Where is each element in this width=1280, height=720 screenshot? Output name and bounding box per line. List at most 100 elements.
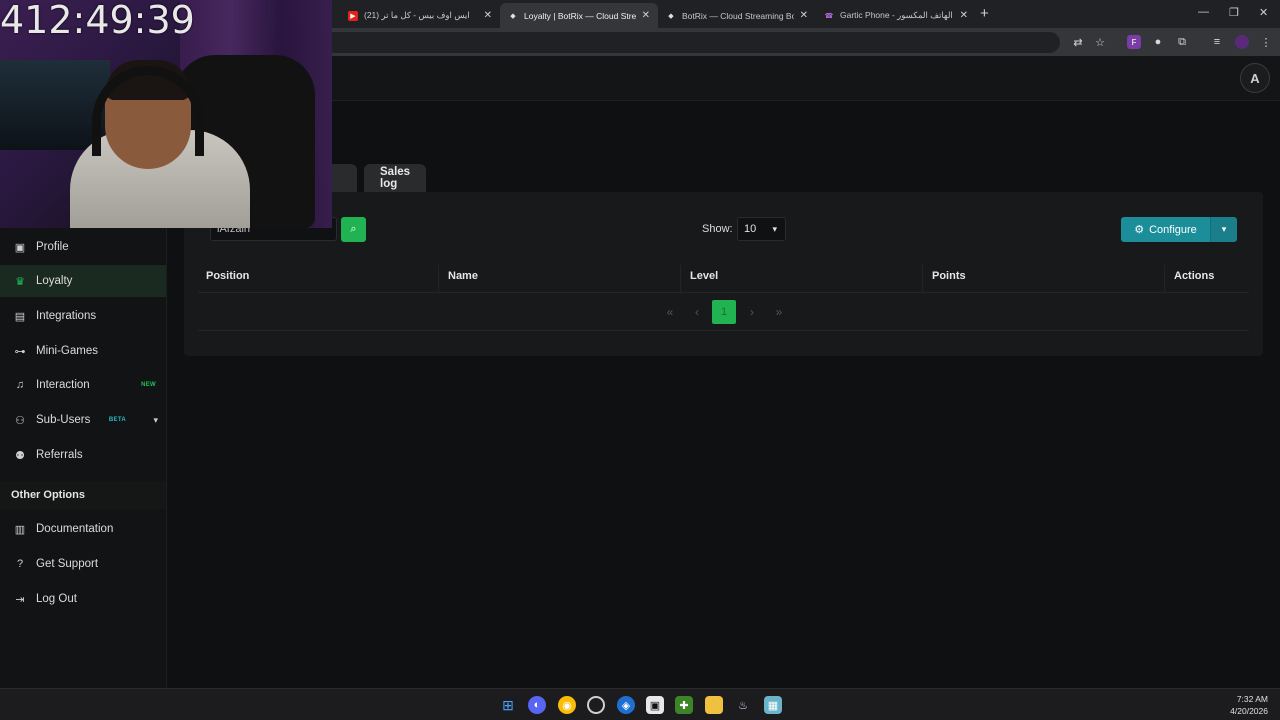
prev-page-button[interactable]: ‹ — [691, 300, 703, 324]
table-header: Position Name Level Points Actions — [198, 259, 1249, 293]
translate-icon[interactable]: ⇄ — [1071, 35, 1085, 49]
battlenet-icon[interactable]: ◈ — [617, 696, 635, 714]
discord-icon[interactable]: ◐ — [528, 696, 546, 714]
main-content: ) Sales log lAfzain ⌕ Show: 10 ▾ ⚙ Confi… — [167, 101, 1280, 688]
clock-date: 4/20/2026 — [1230, 706, 1268, 716]
sidebar-item-documentation[interactable]: ▥ Documentation — [0, 513, 166, 545]
tab-title: BotRix — Cloud Streaming Bot — [682, 10, 794, 21]
page-size-value: 10 — [744, 223, 757, 235]
xbox-minecraft-icon[interactable]: ✚ — [675, 696, 693, 714]
sidebar-item-loyalty[interactable]: ♛ Loyalty — [0, 265, 166, 297]
pagination: « ‹ 1 › » — [198, 293, 1249, 331]
book-icon: ▥ — [14, 523, 26, 536]
profile-icon: ▣ — [14, 241, 26, 254]
obs-icon[interactable] — [587, 696, 605, 714]
sidebar-item-mini-games[interactable]: ⊶ Mini-Games — [0, 335, 166, 367]
photos-icon[interactable]: ▦ — [764, 696, 782, 714]
close-tab-icon[interactable]: ✕ — [960, 10, 968, 21]
browser-tab-botrix[interactable]: ◆ BotRix — Cloud Streaming Bot ✕ — [658, 3, 816, 28]
search-icon: ⌕ — [350, 223, 357, 235]
next-page-button[interactable]: › — [746, 300, 758, 324]
close-tab-icon[interactable]: ✕ — [642, 10, 650, 21]
sidebar-item-interaction[interactable]: ♫ Interaction NEW — [0, 369, 166, 401]
windows-taskbar: ⊞ ◐ ◉ ◈ ▣ ✚ ♨ ▦ 7:32 AM 4/20/2026 — [0, 688, 1280, 720]
chrome-icon[interactable]: ◉ — [558, 696, 576, 714]
sidebar-item-label: Referrals — [36, 449, 83, 461]
close-tab-icon[interactable]: ✕ — [800, 10, 808, 21]
minimize-button[interactable]: — — [1198, 6, 1209, 18]
chevron-down-icon: ▾ — [1221, 224, 1227, 234]
botrix-icon: ◆ — [510, 12, 516, 20]
logout-icon: ⇥ — [15, 593, 25, 606]
gears-icon: ⚙ — [1134, 224, 1145, 236]
configure-button[interactable]: ⚙ Configure — [1121, 217, 1210, 242]
tab-title: (21) ايس اوف بيس - كل ما تر — [364, 10, 470, 20]
sidebar-item-referrals[interactable]: ⚉ Referrals — [0, 439, 166, 471]
youtube-icon: ▶ — [348, 10, 358, 21]
configure-label: Configure — [1149, 223, 1197, 236]
sidebar-item-label: Documentation — [36, 523, 114, 535]
sidebar-item-label: Loyalty — [36, 275, 73, 287]
column-points[interactable]: Points — [932, 259, 966, 293]
close-window-button[interactable]: ✕ — [1259, 6, 1268, 19]
sidebar-item-profile[interactable]: ▣ Profile — [0, 231, 166, 263]
extensions-puzzle-icon[interactable]: ⧉ — [1175, 35, 1189, 49]
tab-title: Loyalty | BotRix — Cloud Stream — [524, 10, 636, 21]
bookmark-star-icon[interactable]: ☆ — [1093, 35, 1107, 49]
page-1-button[interactable]: 1 — [712, 300, 736, 324]
extension-f-icon[interactable]: F — [1127, 35, 1141, 49]
column-actions: Actions — [1174, 270, 1215, 282]
extension-cookie-icon[interactable]: ● — [1151, 35, 1165, 49]
stream-timer: 412:49:39 — [0, 0, 195, 42]
show-label: Show: — [702, 223, 733, 235]
sidebar-item-label: Log Out — [36, 593, 77, 605]
new-tab-button[interactable]: + — [980, 5, 989, 22]
first-page-button[interactable]: « — [664, 300, 676, 324]
sidebar-item-integrations[interactable]: ▤ Integrations — [0, 300, 166, 332]
column-position[interactable]: Position — [206, 259, 249, 293]
new-badge: NEW — [141, 382, 156, 388]
search-button[interactable]: ⌕ — [341, 217, 366, 242]
gartic-icon: ☎ — [824, 12, 834, 20]
tab-title: Gartic Phone - الهاتف المكسور — [840, 10, 953, 20]
tab-sales-log[interactable]: Sales log — [364, 164, 427, 192]
music-note-icon: ♫ — [15, 379, 25, 391]
sidebar-item-get-support[interactable]: ? Get Support — [0, 548, 166, 580]
browser-tab-loyalty[interactable]: ◆ Loyalty | BotRix — Cloud Stream ✕ — [500, 3, 658, 28]
last-page-button[interactable]: » — [773, 300, 785, 324]
steam-icon[interactable]: ♨ — [734, 696, 752, 714]
chevron-down-icon[interactable]: ▾ — [153, 415, 158, 426]
capcut-icon[interactable]: ▣ — [646, 696, 664, 714]
integrations-icon: ▤ — [14, 310, 26, 323]
sidebar-item-log-out[interactable]: ⇥ Log Out — [0, 583, 166, 615]
profile-avatar-icon[interactable] — [1235, 35, 1249, 49]
system-clock[interactable]: 7:32 AM 4/20/2026 — [1230, 693, 1268, 717]
close-tab-icon[interactable]: ✕ — [484, 10, 492, 21]
user-avatar[interactable]: A — [1240, 63, 1270, 93]
column-name[interactable]: Name — [448, 259, 478, 293]
media-controls-icon[interactable]: ≡ — [1210, 35, 1224, 49]
browser-tab-gartic[interactable]: ☎ Gartic Phone - الهاتف المكسور ✕ — [816, 3, 976, 28]
sidebar-item-label: Sub-Users — [36, 414, 91, 426]
leaderboard-card: lAfzain ⌕ Show: 10 ▾ ⚙ Configure ▾ Posit… — [184, 192, 1263, 356]
browser-menu-icon[interactable]: ⋮ — [1259, 35, 1273, 49]
beta-badge: BETA — [108, 417, 126, 423]
sidebar-item-sub-users[interactable]: ⚇ Sub-Users BETA ▾ — [0, 404, 166, 436]
file-explorer-icon[interactable] — [705, 696, 723, 714]
browser-tab-youtube[interactable]: ▶ (21) ايس اوف بيس - كل ما تر ✕ — [340, 3, 500, 28]
other-options-heading: Other Options — [0, 481, 166, 509]
column-divider — [680, 265, 681, 293]
maximize-button[interactable]: ❐ — [1229, 6, 1239, 19]
column-level[interactable]: Level — [690, 259, 718, 293]
start-icon[interactable]: ⊞ — [499, 696, 517, 714]
gamepad-icon: ⊶ — [14, 345, 26, 358]
configure-dropdown-button[interactable]: ▾ — [1210, 217, 1237, 242]
page-size-select[interactable]: 10 ▾ — [737, 217, 786, 241]
sidebar-item-label: Interaction — [36, 379, 90, 391]
chevron-down-icon: ▾ — [772, 223, 777, 234]
webcam-overlay: 412:49:39 — [0, 0, 332, 228]
trophy-icon: ♛ — [15, 275, 25, 288]
referrals-icon: ⚉ — [15, 449, 25, 462]
sidebar-item-label: Mini-Games — [36, 345, 98, 357]
users-icon: ⚇ — [15, 414, 25, 427]
